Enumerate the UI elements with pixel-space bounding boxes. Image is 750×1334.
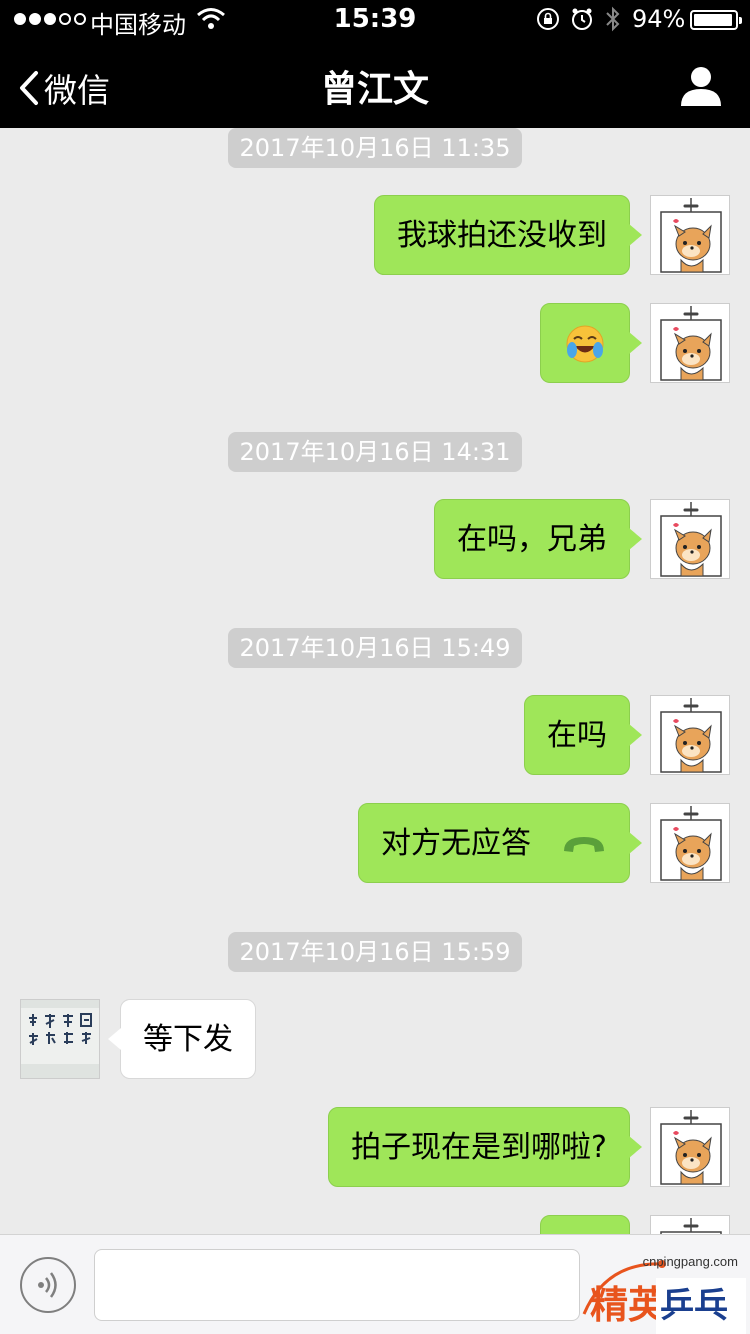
avatar-me[interactable] xyxy=(650,499,730,579)
top-bar: 中国移动 15:39 94% 微信 曾江文 xyxy=(0,0,750,128)
laughing-crying-emoji-icon xyxy=(566,325,604,363)
bluetooth-icon xyxy=(606,6,620,32)
call-record-bubble[interactable]: 对方无应答 xyxy=(358,803,642,883)
avatar-me[interactable] xyxy=(650,1107,730,1187)
message-bubble-sent[interactable]: 在吗，兄弟 xyxy=(434,499,642,579)
message-text: 我球拍还没收到 xyxy=(397,218,607,253)
battery-icon xyxy=(690,10,742,30)
message-bubble-sent[interactable]: 拍子现在是到哪啦? xyxy=(328,1107,642,1187)
message-bubble-sent-partial[interactable] xyxy=(540,1215,630,1234)
alarm-icon xyxy=(572,8,592,30)
rotation-lock-icon xyxy=(537,8,559,30)
status-bar: 中国移动 15:39 94% xyxy=(0,0,750,40)
page-title: 曾江文 xyxy=(320,69,429,110)
timestamp-label: 2017年10月16日 14:31 xyxy=(227,432,523,472)
avatar-me[interactable] xyxy=(650,803,730,883)
dog-avatar-image xyxy=(652,1217,729,1234)
message-input[interactable] xyxy=(94,1249,580,1321)
message-bubble-sent[interactable]: 在吗 xyxy=(524,695,642,775)
timestamp-label: 2017年10月16日 15:59 xyxy=(227,932,523,972)
voice-icon xyxy=(38,1272,57,1298)
timestamp: 2017年10月16日 14:31 xyxy=(0,432,750,472)
timestamp-label: 2017年10月16日 15:49 xyxy=(227,628,523,668)
dog-avatar-image xyxy=(652,305,729,382)
avatar-contact[interactable] xyxy=(20,999,100,1079)
message-text: 拍子现在是到哪啦? xyxy=(351,1130,607,1165)
watermark-brand-secondary: 乒乓网 xyxy=(656,1278,746,1334)
site-watermark: cnpingpang.com 精英 乒乓网 xyxy=(566,1254,746,1334)
person-icon[interactable] xyxy=(680,64,722,106)
message-bubble-sent[interactable]: 我球拍还没收到 xyxy=(374,195,642,275)
avatar-me[interactable] xyxy=(650,695,730,775)
dog-avatar-image xyxy=(652,501,729,578)
calligraphy-avatar-image xyxy=(21,1000,99,1078)
voice-input-button[interactable] xyxy=(20,1257,76,1313)
message-text: 等下发 xyxy=(143,1022,233,1057)
dog-avatar-image xyxy=(652,197,729,274)
timestamp: 2017年10月16日 15:49 xyxy=(0,628,750,668)
avatar-me[interactable] xyxy=(650,195,730,275)
watermark-url: cnpingpang.com xyxy=(642,1254,738,1269)
dog-avatar-image xyxy=(652,805,729,882)
battery-fill xyxy=(694,14,732,26)
timestamp: 2017年10月16日 11:35 xyxy=(0,128,750,168)
status-icons xyxy=(536,6,622,32)
watermark-brand-primary: 精英 xyxy=(590,1283,667,1327)
chat-area[interactable]: 2017年10月16日 11:35 我球拍还没收到 2017年10月16日 14… xyxy=(0,128,750,1234)
avatar-me[interactable] xyxy=(650,303,730,383)
message-text: 对方无应答 xyxy=(381,826,531,861)
message-bubble-received[interactable]: 等下发 xyxy=(108,999,256,1079)
nav-bar: 微信 曾江文 xyxy=(0,40,750,128)
message-text: 在吗，兄弟 xyxy=(457,522,607,557)
timestamp-label: 2017年10月16日 11:35 xyxy=(227,128,523,168)
phone-hangup-icon xyxy=(564,837,604,852)
timestamp: 2017年10月16日 15:59 xyxy=(0,932,750,972)
avatar-me[interactable] xyxy=(650,1215,730,1234)
message-text: 在吗 xyxy=(547,718,607,753)
dog-avatar-image xyxy=(652,697,729,774)
message-bubble-sent[interactable] xyxy=(540,303,642,383)
battery-percent: 94% xyxy=(632,5,686,33)
dog-avatar-image xyxy=(652,1109,729,1186)
